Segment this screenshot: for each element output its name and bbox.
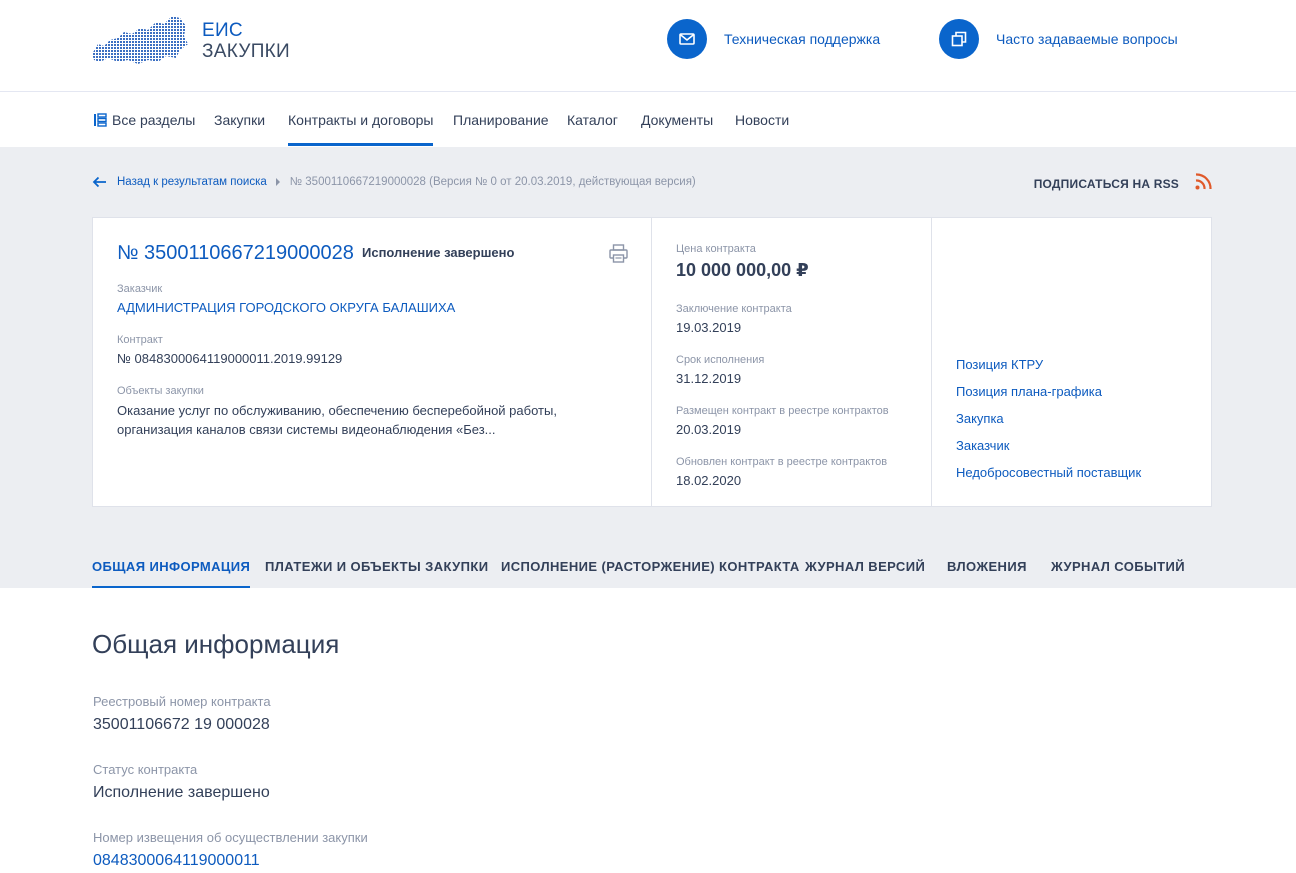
faq-label: Часто задаваемые вопросы bbox=[996, 31, 1178, 47]
tab-version-log[interactable]: ЖУРНАЛ ВЕРСИЙ bbox=[805, 546, 925, 588]
objects-value: Оказание услуг по обслуживанию, обеспече… bbox=[117, 403, 557, 437]
breadcrumb-current: № 3500110667219000028 (Версия № 0 от 20.… bbox=[289, 176, 696, 188]
contract-card: № 3500110667219000028 Исполнение заверше… bbox=[92, 217, 1212, 507]
contract-main-info: № 3500110667219000028 Исполнение заверше… bbox=[93, 218, 652, 506]
logo-line1: ЕИС bbox=[202, 20, 243, 41]
page-title: Общая информация bbox=[92, 629, 340, 659]
tab-event-log[interactable]: ЖУРНАЛ СОБЫТИЙ bbox=[1051, 546, 1185, 588]
print-icon[interactable] bbox=[609, 244, 628, 263]
site-header: ЕИС ЗАКУПКИ Техническая поддержка Часто … bbox=[0, 0, 1296, 92]
link-ktru-position[interactable]: Позиция КТРУ bbox=[956, 357, 1043, 372]
price-label: Цена контракта bbox=[676, 243, 756, 255]
registry-number-value: 35001106672 19 000028 bbox=[93, 716, 270, 733]
status-badge: Исполнение завершено bbox=[362, 245, 515, 260]
nav-item-news[interactable]: Новости bbox=[735, 92, 789, 147]
main-nav: Все разделы Закупки Контракты и договоры… bbox=[0, 92, 1296, 147]
link-purchase[interactable]: Закупка bbox=[956, 411, 1004, 426]
contract-number-link[interactable]: № 3500110667219000028 bbox=[117, 242, 354, 265]
tab-payments[interactable]: ПЛАТЕЖИ И ОБЪЕКТЫ ЗАКУПКИ bbox=[265, 546, 488, 588]
faq-link[interactable]: Часто задаваемые вопросы bbox=[939, 19, 1178, 59]
updated-value: 18.02.2020 bbox=[676, 473, 742, 488]
logo-text: ЕИС ЗАКУПКИ bbox=[202, 20, 290, 62]
deadline-label: Срок исполнения bbox=[676, 354, 765, 366]
conclusion-label: Заключение контракта bbox=[676, 303, 792, 315]
contract-status-label: Статус контракта bbox=[93, 762, 198, 777]
nav-item-contracts[interactable]: Контракты и договоры bbox=[288, 92, 434, 147]
nav-item-planning[interactable]: Планирование bbox=[453, 92, 549, 147]
logo-line2: ЗАКУПКИ bbox=[202, 41, 290, 62]
tab-general-info[interactable]: ОБЩАЯ ИНФОРМАЦИЯ bbox=[92, 546, 251, 588]
price-value: 10 000 000,00 ₽ bbox=[676, 260, 809, 280]
registry-number-label: Реестровый номер контракта bbox=[93, 694, 271, 709]
nav-item-all-sections[interactable]: Все разделы bbox=[93, 92, 195, 147]
contract-dates: Цена контракта 10 000 000,00 ₽ Заключени… bbox=[652, 218, 932, 506]
rss-label: ПОДПИСАТЬСЯ НА RSS bbox=[1033, 177, 1179, 191]
objects-label: Объекты закупки bbox=[117, 385, 204, 397]
nav-label: Все разделы bbox=[112, 111, 196, 128]
placed-label: Размещен контракт в реестре контрактов bbox=[676, 405, 889, 417]
tab-attachments[interactable]: ВЛОЖЕНИЯ bbox=[947, 546, 1027, 588]
russia-map-logo-icon bbox=[92, 16, 188, 64]
support-label: Техническая поддержка bbox=[724, 31, 881, 47]
rss-icon bbox=[1195, 172, 1212, 189]
sections-tree-icon bbox=[94, 112, 107, 127]
conclusion-value: 19.03.2019 bbox=[676, 320, 742, 335]
customer-link[interactable]: АДМИНИСТРАЦИЯ ГОРОДСКОГО ОКРУГА БАЛАШИХА bbox=[117, 300, 455, 315]
breadcrumb: Назад к результатам поиска № 35001106672… bbox=[92, 173, 696, 191]
nav-item-purchases[interactable]: Закупки bbox=[214, 92, 265, 147]
link-unfair-supplier[interactable]: Недобросовестный поставщик bbox=[956, 465, 1141, 480]
updated-label: Обновлен контракт в реестре контрактов bbox=[676, 456, 888, 468]
notice-number-link[interactable]: 0848300064119000011 bbox=[93, 852, 260, 870]
support-link[interactable]: Техническая поддержка bbox=[667, 19, 880, 59]
contract-status-value: Исполнение завершено bbox=[93, 784, 270, 801]
contract-label: Контракт bbox=[117, 334, 163, 346]
tab-execution[interactable]: ИСПОЛНЕНИЕ (РАСТОРЖЕНИЕ) КОНТРАКТА bbox=[501, 546, 800, 588]
notice-number-label: Номер извещения об осуществлении закупки bbox=[93, 830, 368, 845]
customer-label: Заказчик bbox=[117, 283, 163, 295]
deadline-value: 31.12.2019 bbox=[676, 371, 742, 386]
link-plan-schedule-position[interactable]: Позиция плана-графика bbox=[956, 384, 1102, 399]
breadcrumb-separator-icon bbox=[275, 178, 280, 186]
related-links: Позиция КТРУ Позиция плана-графика Закуп… bbox=[932, 218, 1211, 506]
placed-value: 20.03.2019 bbox=[676, 422, 742, 437]
arrow-left-icon[interactable] bbox=[92, 176, 107, 188]
rss-subscribe[interactable]: ПОДПИСАТЬСЯ НА RSS bbox=[1034, 171, 1212, 191]
contract-value: № 0848300064119000011.2019.99129 bbox=[117, 351, 343, 366]
nav-item-catalog[interactable]: Каталог bbox=[567, 92, 618, 147]
nav-item-documents[interactable]: Документы bbox=[641, 92, 713, 147]
back-to-results-link[interactable]: Назад к результатам поиска bbox=[117, 176, 267, 188]
logo[interactable]: ЕИС ЗАКУПКИ bbox=[90, 14, 300, 66]
link-customer[interactable]: Заказчик bbox=[956, 438, 1009, 453]
mail-icon bbox=[667, 19, 707, 59]
copy-icon bbox=[939, 19, 979, 59]
